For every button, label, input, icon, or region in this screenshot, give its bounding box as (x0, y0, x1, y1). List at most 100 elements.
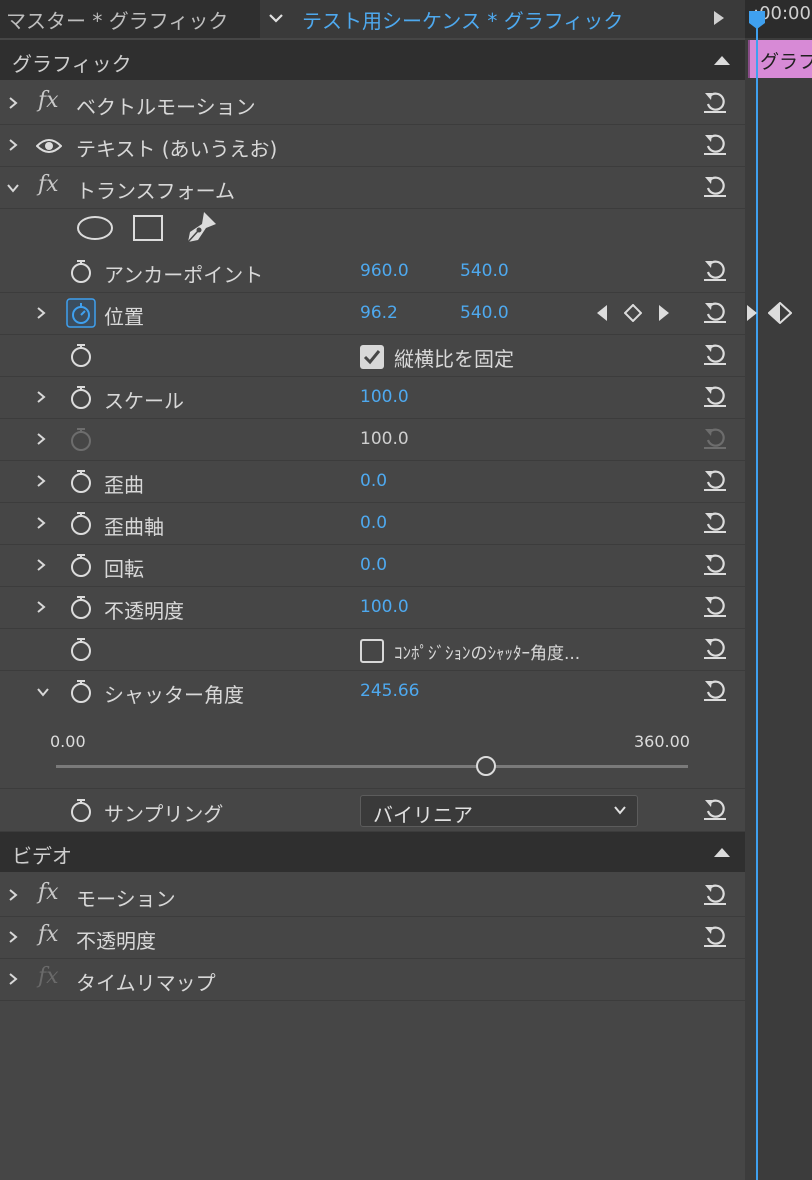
effect-row-vector-motion[interactable]: fx ベクトルモーション (0, 82, 745, 125)
master-clip-tab[interactable]: マスター * グラフィック (6, 5, 228, 34)
prop-row-scale[interactable]: スケール 100.0 (0, 376, 745, 419)
stopwatch-disabled-icon (71, 428, 91, 451)
reset-icon[interactable] (702, 594, 728, 618)
chevron-right-icon[interactable] (34, 390, 48, 404)
reset-icon[interactable] (702, 342, 728, 366)
reset-icon[interactable] (702, 300, 728, 324)
shutter-slider-track[interactable] (56, 765, 688, 768)
reset-icon[interactable] (702, 468, 728, 492)
chevron-right-icon[interactable] (34, 600, 48, 614)
stopwatch-icon[interactable] (69, 469, 93, 493)
chevron-down-icon[interactable] (6, 181, 20, 195)
reset-icon[interactable] (702, 797, 728, 821)
skew-axis-value[interactable]: 0.0 (360, 513, 387, 533)
reset-icon[interactable] (702, 882, 728, 906)
sampling-dropdown[interactable]: バイリニア (360, 795, 638, 827)
reset-icon[interactable] (702, 636, 728, 660)
fx-icon[interactable]: fx (38, 880, 59, 905)
collapse-up-icon[interactable] (713, 54, 731, 66)
rectangle-mask-icon[interactable] (132, 214, 164, 242)
prop-row-opacity[interactable]: 不透明度 100.0 (0, 586, 745, 629)
anchor-y-value[interactable]: 540.0 (460, 261, 509, 281)
prop-row-position[interactable]: 位置 96.2 540.0 (0, 292, 745, 335)
reset-icon[interactable] (702, 90, 728, 114)
playhead-icon[interactable] (748, 10, 766, 30)
prop-row-rotation[interactable]: 回転 0.0 (0, 544, 745, 587)
chevron-right-icon[interactable] (6, 138, 20, 152)
skew-value[interactable]: 0.0 (360, 471, 387, 491)
stopwatch-icon[interactable] (69, 798, 93, 822)
keyframe-marker-icon[interactable] (768, 302, 792, 324)
prop-row-uniform-scale[interactable]: 縦横比を固定 (0, 334, 745, 377)
stopwatch-icon[interactable] (69, 595, 93, 619)
chevron-right-icon[interactable] (6, 96, 20, 110)
chevron-right-icon[interactable] (6, 888, 20, 902)
stopwatch-icon[interactable] (69, 385, 93, 409)
effect-row-motion[interactable]: fx モーション (0, 874, 745, 917)
stopwatch-icon[interactable] (69, 553, 93, 577)
effect-row-time-remap[interactable]: fx タイムリマップ (0, 958, 745, 1001)
fx-icon[interactable]: fx (38, 922, 59, 947)
position-x-value[interactable]: 96.2 (360, 303, 398, 323)
play-triangle-icon[interactable] (712, 9, 726, 27)
keyframe-nav-icon[interactable] (746, 304, 758, 322)
scale-value[interactable]: 100.0 (360, 387, 409, 407)
section-graphics[interactable]: グラフィック (0, 40, 745, 80)
reset-icon[interactable] (702, 132, 728, 156)
reset-icon[interactable] (702, 174, 728, 198)
section-video[interactable]: ビデオ (0, 832, 745, 872)
fx-icon[interactable]: fx (38, 88, 59, 113)
ellipse-mask-icon[interactable] (76, 214, 114, 242)
shutter-slider-knob[interactable] (475, 756, 496, 776)
chevron-down-icon[interactable] (36, 685, 50, 699)
collapse-up-icon[interactable] (713, 846, 731, 858)
pen-mask-icon[interactable] (184, 210, 218, 244)
playhead-line[interactable] (756, 14, 758, 1180)
fx-icon[interactable]: fx (38, 172, 59, 197)
prop-row-skew[interactable]: 歪曲 0.0 (0, 460, 745, 503)
reset-icon[interactable] (702, 552, 728, 576)
eye-icon[interactable] (36, 137, 62, 155)
shutter-angle-value[interactable]: 245.66 (360, 681, 419, 701)
chevron-right-icon[interactable] (6, 972, 20, 986)
chevron-right-icon[interactable] (6, 930, 20, 944)
stopwatch-icon[interactable] (69, 259, 93, 283)
reset-disabled-icon (704, 428, 726, 449)
stopwatch-icon[interactable] (69, 343, 93, 367)
reset-icon[interactable] (702, 510, 728, 534)
reset-icon[interactable] (702, 678, 728, 702)
effect-row-transform[interactable]: fx トランスフォーム (0, 166, 745, 209)
chevron-right-icon[interactable] (34, 474, 48, 488)
chevron-right-icon[interactable] (34, 516, 48, 530)
next-keyframe-icon[interactable] (658, 304, 670, 322)
stopwatch-icon[interactable] (69, 679, 93, 703)
anchor-x-value[interactable]: 960.0 (360, 261, 409, 281)
clip-label: グラフ (760, 51, 812, 73)
effect-row-text-layer[interactable]: テキスト (あいうえお) (0, 124, 745, 167)
lock-aspect-checkbox[interactable] (360, 345, 384, 369)
prop-row-anchor-point[interactable]: アンカーポイント 960.0 540.0 (0, 250, 745, 293)
prev-keyframe-icon[interactable] (596, 304, 608, 322)
chevron-right-icon[interactable] (34, 558, 48, 572)
comp-shutter-checkbox[interactable] (360, 639, 384, 663)
reset-icon[interactable] (702, 384, 728, 408)
chevron-right-icon[interactable] (34, 306, 48, 320)
slider-max-label: 360.00 (634, 732, 690, 751)
add-keyframe-icon[interactable] (624, 304, 642, 322)
prop-row-scale-width[interactable]: 100.0 (0, 418, 745, 461)
effect-row-opacity[interactable]: fx 不透明度 (0, 916, 745, 959)
stopwatch-icon[interactable] (69, 511, 93, 535)
stopwatch-icon[interactable] (69, 637, 93, 661)
reset-icon[interactable] (702, 258, 728, 282)
prop-row-shutter-angle[interactable]: シャッター角度 245.66 0.00 360.00 (0, 670, 745, 789)
reset-icon[interactable] (702, 924, 728, 948)
sequence-clip-label[interactable]: テスト用シーケンス * グラフィック (302, 5, 623, 34)
prop-row-comp-shutter[interactable]: ｺﾝﾎﾟｼﾞｼｮﾝのｼｬｯﾀｰ角度... (0, 628, 745, 671)
opacity-value[interactable]: 100.0 (360, 597, 409, 617)
chevron-down-icon[interactable] (266, 6, 286, 30)
rotation-value[interactable]: 0.0 (360, 555, 387, 575)
prop-row-skew-axis[interactable]: 歪曲軸 0.0 (0, 502, 745, 545)
position-y-value[interactable]: 540.0 (460, 303, 509, 323)
chevron-right-icon[interactable] (34, 432, 48, 446)
stopwatch-active-icon[interactable] (66, 298, 96, 328)
